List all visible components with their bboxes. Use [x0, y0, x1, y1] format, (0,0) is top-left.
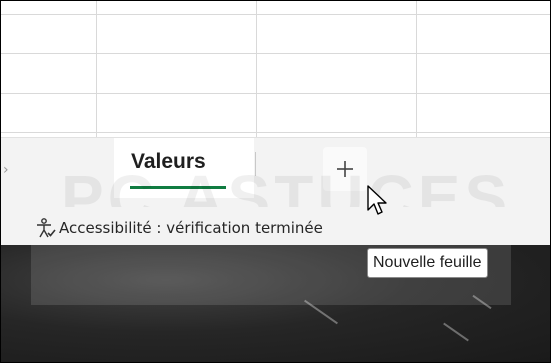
grid-row-line [1, 93, 550, 94]
grid-column-line [416, 1, 417, 137]
grid-column-line [96, 1, 97, 137]
accessibility-status-text[interactable]: Accessibilité : vérification terminée [59, 219, 323, 237]
active-tab-indicator [130, 186, 226, 189]
status-bar: Accessibilité : vérification terminée [1, 207, 550, 245]
plus-icon [337, 161, 353, 177]
sheet-tab-valeurs[interactable]: Valeurs [114, 138, 254, 198]
sheet-tab-label: Valeurs [131, 150, 206, 173]
new-sheet-tooltip: Nouvelle feuille [367, 248, 488, 278]
mouse-pointer-icon [367, 185, 387, 215]
grid-column-line [256, 1, 257, 137]
grid-row-line [1, 14, 550, 15]
grid-row-line [1, 53, 550, 54]
sheet-tab-bar: › Valeurs [1, 137, 550, 208]
add-sheet-button[interactable] [323, 147, 367, 191]
grid-row-line [1, 132, 550, 133]
excel-window-crop: › Valeurs PC ASTUCES Accessibilité : vér… [0, 0, 551, 363]
accessibility-icon[interactable] [35, 217, 57, 239]
scroll-tabs-chevron-icon[interactable]: › [3, 162, 9, 178]
tab-divider [255, 152, 256, 176]
spreadsheet-grid[interactable] [1, 1, 550, 137]
